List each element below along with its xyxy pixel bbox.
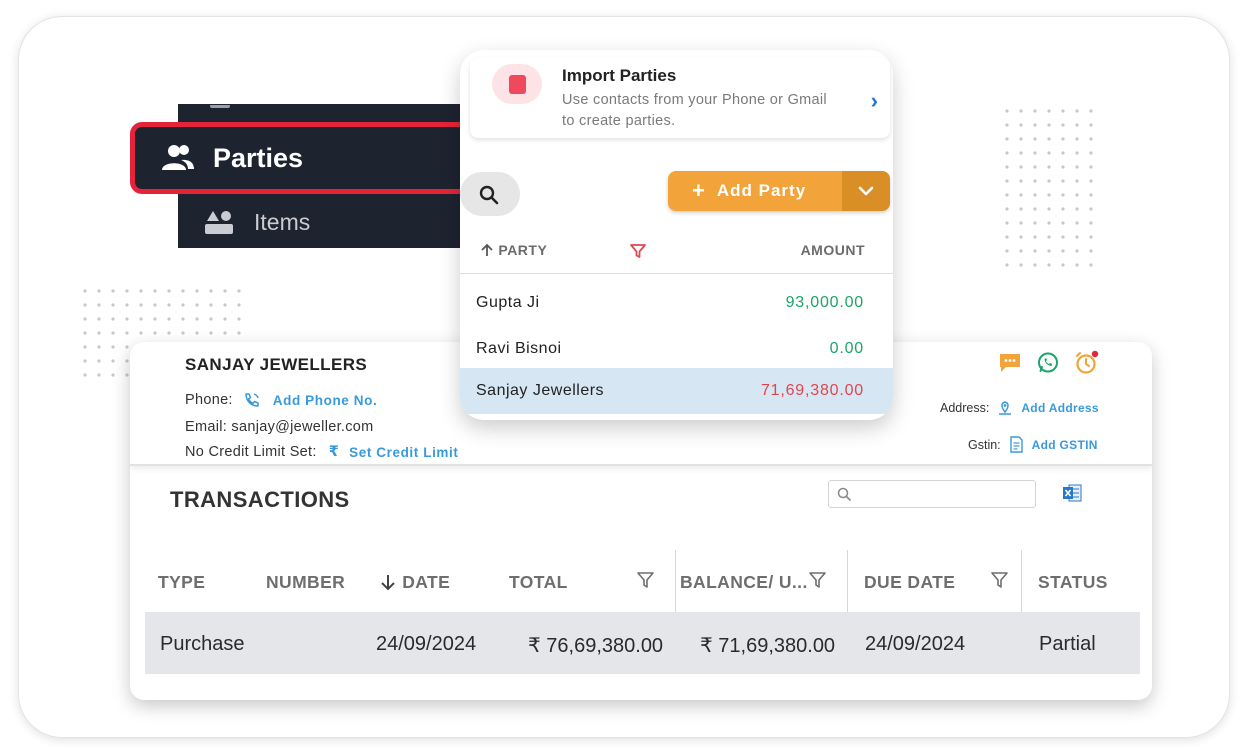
chevron-right-icon: › <box>870 88 878 113</box>
users-icon <box>161 143 195 173</box>
phone-icon <box>245 393 259 407</box>
cell-due-date: 24/09/2024 <box>865 633 966 655</box>
col-due-date[interactable]: DUE DATE <box>864 572 955 593</box>
gstin-line: Gstin: Add GSTIN <box>968 436 1098 453</box>
column-divider <box>847 550 848 612</box>
contacts-book-icon <box>492 64 542 104</box>
balance-filter-icon[interactable] <box>809 572 826 593</box>
location-icon <box>999 401 1012 415</box>
add-gstin-link[interactable]: Add GSTIN <box>1032 438 1098 452</box>
chevron-down-icon <box>858 186 874 196</box>
search-icon <box>837 487 852 502</box>
import-parties-card[interactable]: Import Parties Use contacts from your Ph… <box>470 58 890 138</box>
party-name: SANJAY JEWELLERS <box>185 355 368 374</box>
transaction-search-input[interactable] <box>828 480 1036 508</box>
transaction-row[interactable]: Purchase 24/09/2024 ₹ 76,69,380.00 ₹ 71,… <box>145 612 1140 674</box>
party-list-header: PARTY AMOUNT <box>460 232 893 274</box>
col-number[interactable]: NUMBER <box>266 572 345 593</box>
import-parties-title: Import Parties <box>562 66 677 85</box>
col-balance[interactable]: BALANCE/ U... <box>680 572 808 593</box>
address-line: Address: Add Address <box>940 401 1099 415</box>
due-date-filter-icon[interactable] <box>991 572 1008 593</box>
excel-export-icon[interactable] <box>1062 484 1082 502</box>
transactions-title: TRANSACTIONS <box>170 487 350 512</box>
sms-icon[interactable] <box>998 352 1022 374</box>
party-search-button[interactable] <box>460 172 520 216</box>
column-divider <box>675 550 676 612</box>
col-type[interactable]: TYPE <box>158 572 205 593</box>
add-party-button[interactable]: + Add Party <box>668 171 890 211</box>
add-phone-link[interactable]: Add Phone No. <box>273 393 378 408</box>
col-status[interactable]: STATUS <box>1038 572 1108 593</box>
set-credit-limit-link[interactable]: Set Credit Limit <box>349 445 458 460</box>
items-icon <box>204 209 234 235</box>
party-row[interactable]: Gupta Ji 93,000.00 <box>460 280 893 326</box>
reminder-alarm-icon[interactable] <box>1074 350 1100 376</box>
total-filter-icon[interactable] <box>637 572 654 593</box>
sort-party-column[interactable]: PARTY <box>480 242 547 258</box>
whatsapp-icon[interactable] <box>1036 351 1060 375</box>
add-party-dropdown-button[interactable] <box>842 171 890 211</box>
col-date[interactable]: DATE <box>379 572 450 593</box>
transactions-table-header: TYPE NUMBER DATE TOTAL BALANCE/ U... DUE… <box>145 550 1140 612</box>
cell-date: 24/09/2024 <box>376 633 477 655</box>
decorative-dots-right <box>1000 104 1100 274</box>
amount-column-header: AMOUNT <box>800 242 865 258</box>
rupee-icon: ₹ <box>328 444 340 460</box>
party-row-selected[interactable]: Sanjay Jewellers 71,69,380.00 <box>460 368 893 414</box>
cell-status: Partial <box>1039 633 1096 655</box>
credit-limit-line: No Credit Limit Set: ₹ Set Credit Limit <box>185 444 459 460</box>
add-party-label: Add Party <box>716 181 807 200</box>
cell-type: Purchase <box>160 633 245 655</box>
sidebar-item-label: Parties <box>213 142 304 173</box>
sidebar-partial-icon <box>210 104 230 108</box>
column-divider <box>1021 550 1022 612</box>
party-row[interactable]: Ravi Bisnoi 0.00 <box>460 326 893 372</box>
party-list-panel: Import Parties Use contacts from your Ph… <box>460 50 893 420</box>
sidebar-item-parties[interactable]: Parties <box>130 122 470 194</box>
plus-icon: + <box>692 178 705 203</box>
search-icon <box>479 185 499 205</box>
sidebar-item-label: Items <box>254 208 311 235</box>
cell-balance: ₹ 71,69,380.00 <box>700 635 836 657</box>
cell-total: ₹ 76,69,380.00 <box>528 635 664 657</box>
party-actions <box>998 350 1100 376</box>
arrow-down-icon <box>381 575 395 591</box>
arrow-up-icon <box>481 243 493 256</box>
phone-line: Phone: Add Phone No. <box>185 392 378 408</box>
document-icon <box>1009 436 1023 453</box>
import-parties-description: Use contacts from your Phone or Gmail to… <box>562 92 827 129</box>
add-address-link[interactable]: Add Address <box>1021 401 1099 415</box>
sidebar-item-items[interactable]: Items <box>178 196 310 248</box>
party-filter-icon[interactable] <box>630 244 646 261</box>
col-total[interactable]: TOTAL <box>509 572 568 593</box>
email-line: Email: sanjay@jeweller.com <box>185 419 374 435</box>
